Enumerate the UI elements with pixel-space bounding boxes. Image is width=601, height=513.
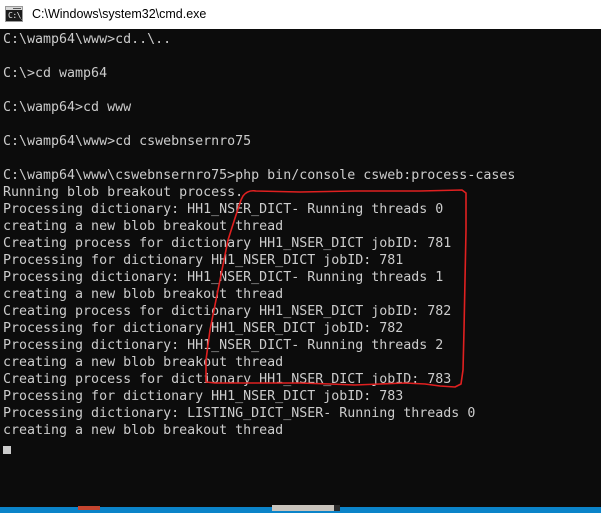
console-line: Processing dictionary: HH1_NSER_DICT- Ru… [3, 202, 444, 217]
console-line: Processing dictionary: HH1_NSER_DICT- Ru… [3, 338, 444, 353]
taskbar-item-red[interactable] [78, 506, 100, 510]
taskbar[interactable] [0, 503, 601, 513]
console-line: Processing for dictionary HH1_NSER_DICT … [3, 389, 404, 404]
text-cursor [3, 446, 11, 454]
icon-prompt-glyph: C:\_ [8, 11, 22, 20]
console-line: Running blob breakout process. [3, 185, 244, 200]
cmd-console-icon: C:\_ [5, 6, 23, 22]
console-line: C:\wamp64\www>cd cswebnsernro75 [3, 134, 252, 149]
console-line: Processing for dictionary HH1_NSER_DICT … [3, 321, 404, 336]
console-line: Processing dictionary: HH1_NSER_DICT- Ru… [3, 270, 444, 285]
window-title: C:\Windows\system32\cmd.exe [32, 7, 207, 21]
titlebar[interactable]: C:\_ C:\Windows\system32\cmd.exe [0, 0, 601, 29]
console-line: Creating process for dictionary HH1_NSER… [3, 304, 452, 319]
console-line: Creating process for dictionary HH1_NSER… [3, 372, 452, 387]
console-line: Creating process for dictionary HH1_NSER… [3, 236, 452, 251]
icon-titlebar-stripe [6, 7, 22, 10]
console-line: creating a new blob breakout thread [3, 423, 284, 438]
console-line: C:\>cd wamp64 [3, 66, 108, 81]
taskbar-item-secondary[interactable] [334, 505, 340, 511]
console-line: C:\wamp64\www>cd..\.. [3, 32, 172, 47]
console-text: C:\wamp64\www>cd..\.. C:\>cd wamp64 C:\w… [3, 31, 515, 439]
console-output-area[interactable]: C:\wamp64\www>cd..\.. C:\>cd wamp64 C:\w… [0, 29, 601, 503]
console-line: creating a new blob breakout thread [3, 355, 284, 370]
console-line: C:\wamp64\www\cswebnsernro75>php bin/con… [3, 168, 516, 183]
console-line: Processing dictionary: LISTING_DICT_NSER… [3, 406, 476, 421]
taskbar-item-active-window[interactable] [272, 505, 334, 511]
cmd-window: C:\_ C:\Windows\system32\cmd.exe C:\wamp… [0, 0, 601, 513]
console-line: Processing for dictionary HH1_NSER_DICT … [3, 253, 404, 268]
console-line: C:\wamp64>cd www [3, 100, 132, 115]
console-line: creating a new blob breakout thread [3, 287, 284, 302]
console-line: creating a new blob breakout thread [3, 219, 284, 234]
